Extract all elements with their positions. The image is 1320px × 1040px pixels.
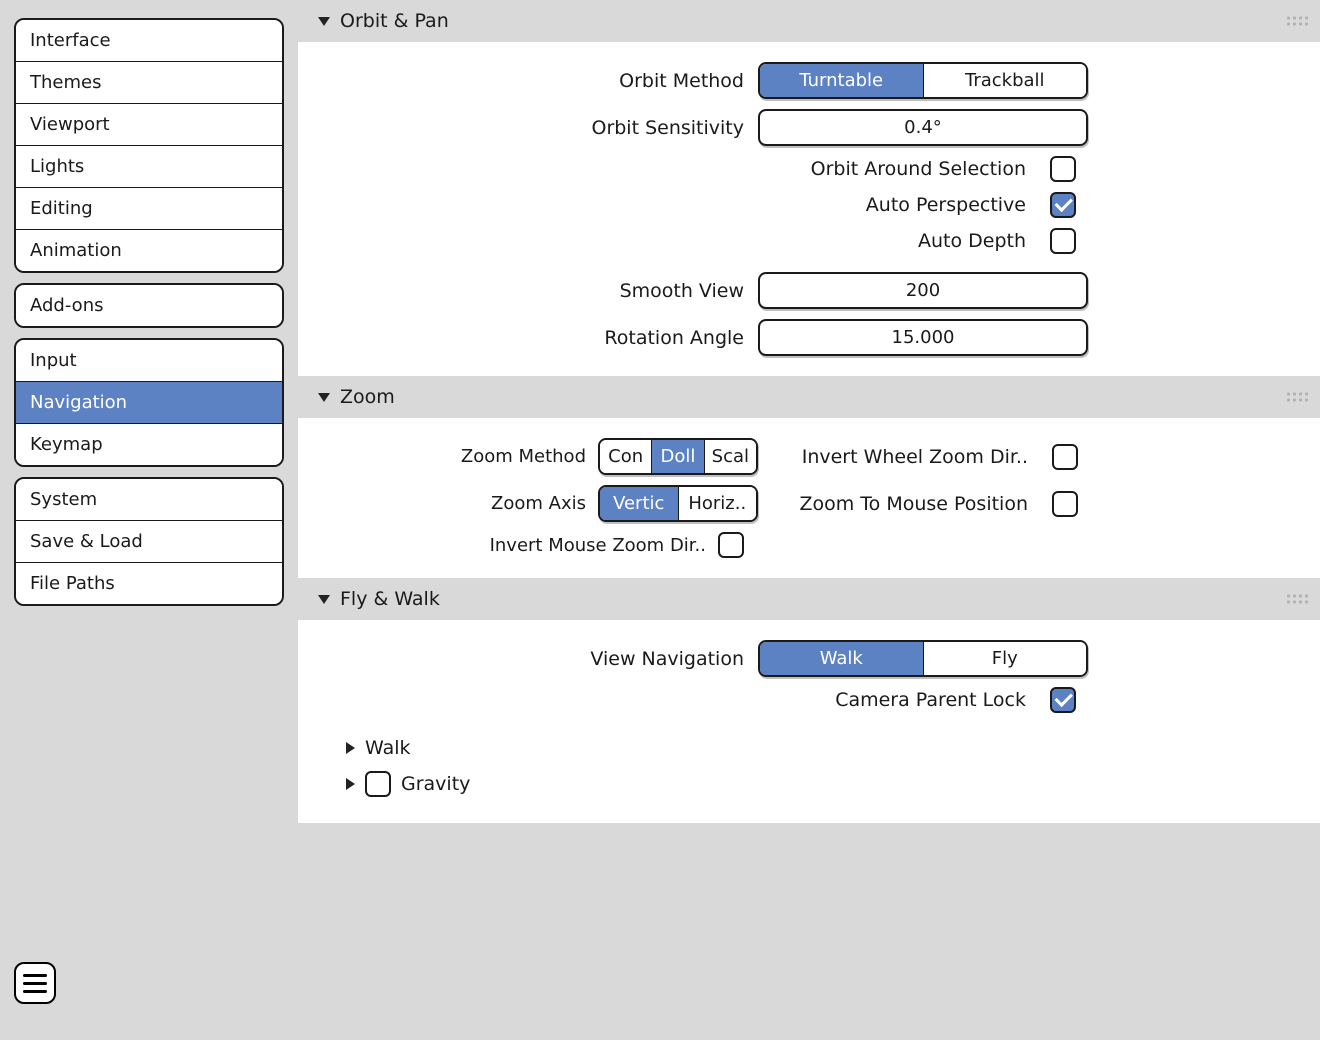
section-title: Fly & Walk: [340, 588, 440, 610]
sidebar-item-system[interactable]: System: [16, 479, 282, 521]
zoom-to-mouse-label: Zoom To Mouse Position: [799, 493, 1040, 515]
invert-mouse-checkbox[interactable]: [718, 532, 744, 558]
auto-perspective-label: Auto Perspective: [866, 194, 1038, 216]
chevron-down-icon: [318, 393, 330, 402]
sidebar-item-editing[interactable]: Editing: [16, 188, 282, 230]
sidebar-item-interface[interactable]: Interface: [16, 20, 282, 62]
section-body-zoom: Zoom Method Con Doll Scal Invert Wheel Z…: [298, 418, 1320, 578]
view-navigation-fly[interactable]: Fly: [924, 642, 1087, 675]
auto-perspective-checkbox[interactable]: [1050, 192, 1076, 218]
sidebar-group-3: System Save & Load File Paths: [14, 477, 284, 606]
orbit-method-turntable[interactable]: Turntable: [760, 64, 924, 97]
zoom-to-mouse-checkbox[interactable]: [1052, 491, 1078, 517]
gravity-checkbox[interactable]: [365, 771, 391, 797]
view-navigation-label: View Navigation: [308, 648, 758, 670]
smooth-view-field[interactable]: 200: [758, 272, 1088, 309]
drag-handle-icon[interactable]: [1287, 595, 1308, 604]
hamburger-icon[interactable]: [14, 962, 56, 1004]
section-body-orbit: Orbit Method Turntable Trackball Orbit S…: [298, 42, 1320, 376]
sidebar: Interface Themes Viewport Lights Editing…: [0, 0, 298, 1040]
camera-parent-lock-checkbox[interactable]: [1050, 687, 1076, 713]
auto-depth-checkbox[interactable]: [1050, 228, 1076, 254]
invert-mouse-label: Invert Mouse Zoom Dir..: [308, 535, 718, 556]
orbit-around-checkbox[interactable]: [1050, 156, 1076, 182]
sidebar-item-filepaths[interactable]: File Paths: [16, 563, 282, 604]
camera-parent-lock-label: Camera Parent Lock: [835, 689, 1038, 711]
orbit-method-label: Orbit Method: [308, 70, 758, 92]
invert-wheel-checkbox[interactable]: [1052, 444, 1078, 470]
zoom-axis-vertical[interactable]: Vertic: [600, 487, 679, 520]
orbit-sensitivity-label: Orbit Sensitivity: [308, 117, 758, 139]
zoom-axis-label: Zoom Axis: [308, 493, 598, 514]
sidebar-item-navigation[interactable]: Navigation: [16, 382, 282, 424]
rotation-angle-label: Rotation Angle: [308, 327, 758, 349]
subsection-gravity[interactable]: Gravity: [308, 765, 1310, 803]
subsection-title: Walk: [365, 737, 411, 759]
zoom-method-segment: Con Doll Scal: [598, 438, 758, 475]
invert-wheel-label: Invert Wheel Zoom Dir..: [802, 446, 1040, 468]
view-navigation-walk[interactable]: Walk: [760, 642, 924, 675]
drag-handle-icon[interactable]: [1287, 393, 1308, 402]
orbit-method-trackball[interactable]: Trackball: [924, 64, 1087, 97]
smooth-view-label: Smooth View: [308, 280, 758, 302]
sidebar-item-lights[interactable]: Lights: [16, 146, 282, 188]
zoom-method-continue[interactable]: Con: [600, 440, 652, 473]
chevron-down-icon: [318, 17, 330, 26]
chevron-down-icon: [318, 595, 330, 604]
section-header-zoom[interactable]: Zoom: [298, 376, 1320, 418]
sidebar-item-keymap[interactable]: Keymap: [16, 424, 282, 465]
zoom-method-scale[interactable]: Scal: [705, 440, 756, 473]
zoom-axis-segment: Vertic Horiz..: [598, 485, 758, 522]
subsection-title: Gravity: [401, 773, 470, 795]
chevron-right-icon: [346, 742, 355, 754]
orbit-method-segment: Turntable Trackball: [758, 62, 1088, 99]
sidebar-group-1: Add-ons: [14, 283, 284, 328]
section-header-fly[interactable]: Fly & Walk: [298, 578, 1320, 620]
orbit-around-label: Orbit Around Selection: [811, 158, 1038, 180]
zoom-method-label: Zoom Method: [308, 446, 598, 467]
orbit-sensitivity-field[interactable]: 0.4°: [758, 109, 1088, 146]
drag-handle-icon[interactable]: [1287, 17, 1308, 26]
chevron-right-icon: [346, 778, 355, 790]
sidebar-item-input[interactable]: Input: [16, 340, 282, 382]
section-header-orbit[interactable]: Orbit & Pan: [298, 0, 1320, 42]
section-title: Orbit & Pan: [340, 10, 449, 32]
main-panel: Orbit & Pan Orbit Method Turntable Track…: [298, 0, 1320, 1040]
zoom-method-dolly[interactable]: Doll: [652, 440, 704, 473]
sidebar-item-themes[interactable]: Themes: [16, 62, 282, 104]
sidebar-item-animation[interactable]: Animation: [16, 230, 282, 271]
view-navigation-segment: Walk Fly: [758, 640, 1088, 677]
rotation-angle-field[interactable]: 15.000: [758, 319, 1088, 356]
zoom-axis-horizontal[interactable]: Horiz..: [679, 487, 757, 520]
section-title: Zoom: [340, 386, 395, 408]
section-body-fly: View Navigation Walk Fly Camera Parent L…: [298, 620, 1320, 823]
sidebar-item-addons[interactable]: Add-ons: [16, 285, 282, 326]
sidebar-item-viewport[interactable]: Viewport: [16, 104, 282, 146]
sidebar-item-saveload[interactable]: Save & Load: [16, 521, 282, 563]
subsection-walk[interactable]: Walk: [308, 731, 1310, 765]
sidebar-group-0: Interface Themes Viewport Lights Editing…: [14, 18, 284, 273]
auto-depth-label: Auto Depth: [918, 230, 1038, 252]
sidebar-group-2: Input Navigation Keymap: [14, 338, 284, 467]
